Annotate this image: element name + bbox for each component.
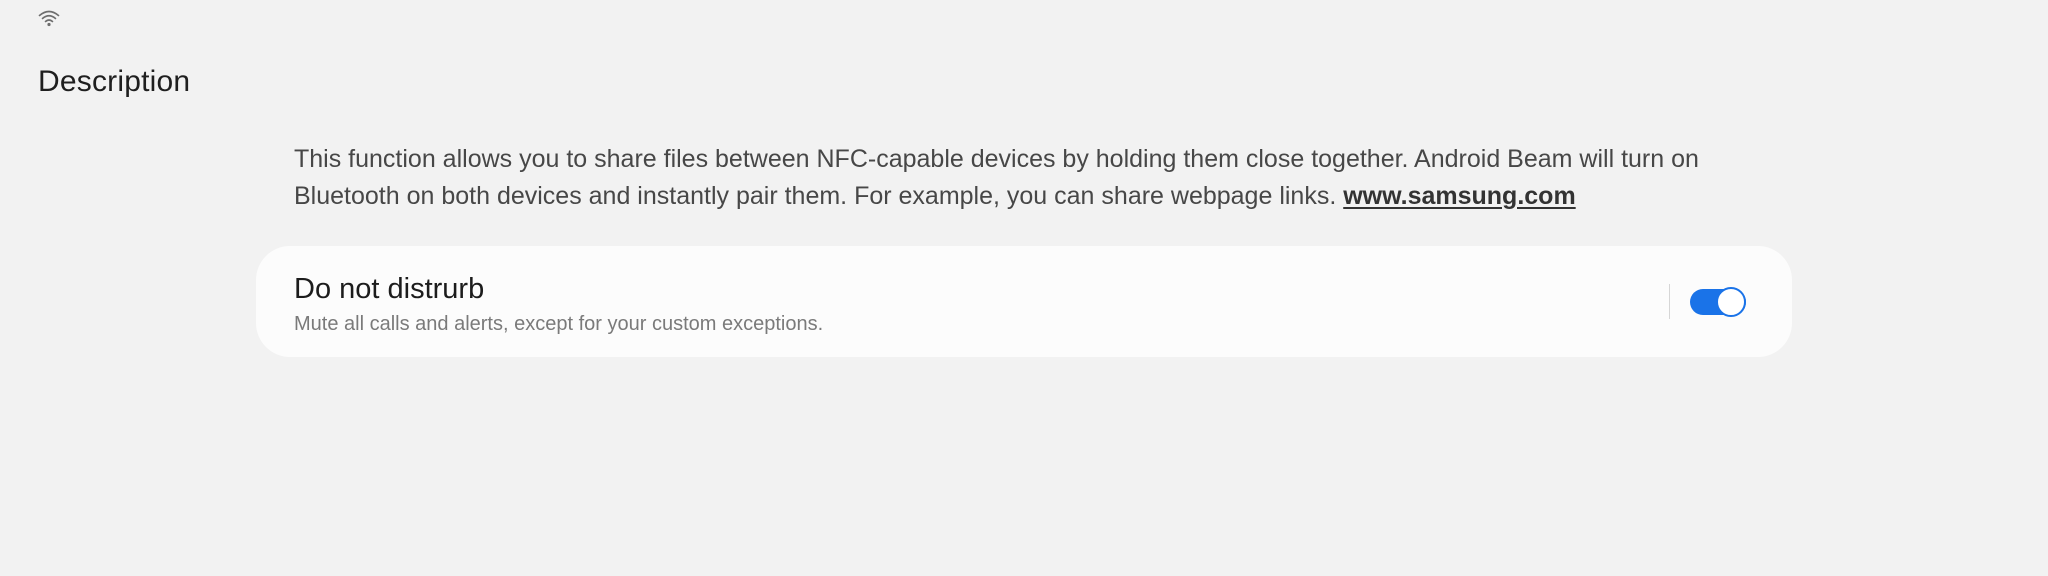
wifi-icon — [38, 9, 60, 27]
toggle-thumb — [1716, 287, 1746, 317]
vertical-divider — [1669, 284, 1670, 319]
settings-page: Description This function allows you to … — [0, 0, 2048, 576]
status-bar — [0, 0, 2048, 34]
do-not-disturb-toggle[interactable] — [1690, 287, 1746, 317]
do-not-disturb-subtitle: Mute all calls and alerts, except for yo… — [294, 313, 824, 335]
do-not-disturb-row[interactable]: Do not distrurb Mute all calls and alert… — [256, 246, 1792, 357]
page-title: Description — [38, 65, 191, 98]
samsung-link[interactable]: www.samsung.com — [1343, 182, 1575, 210]
do-not-disturb-title: Do not distrurb — [294, 273, 485, 305]
description-text: This function allows you to share files … — [294, 141, 1774, 215]
